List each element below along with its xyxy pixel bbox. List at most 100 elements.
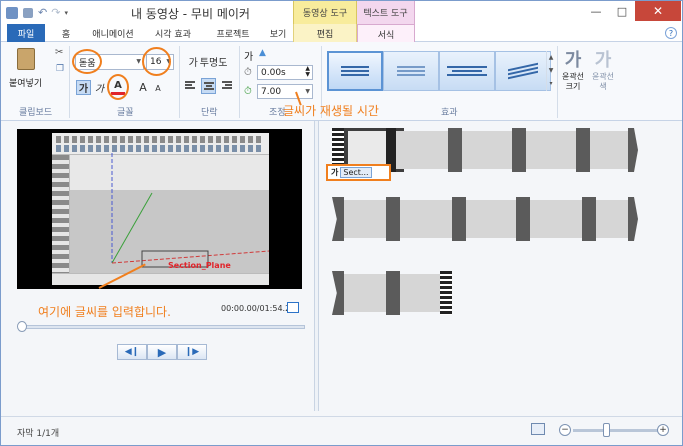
effect-stretch-thumbnail[interactable] [439,51,495,91]
effect-zoom-thumbnail[interactable] [495,51,551,91]
next-frame-icon: ❙▶ [184,347,200,357]
align-right-button[interactable] [220,80,232,92]
group-separator [557,46,558,118]
caption-item[interactable]: 가 Sect... [326,164,391,181]
spinner-icon[interactable]: ▲ ▼ [305,66,310,78]
thumbnail-size-icon[interactable] [531,423,545,435]
tab-format[interactable]: 서식 [357,24,415,43]
undo-icon[interactable]: ↶ [38,6,47,19]
zoom-slider[interactable] [573,429,658,432]
close-button[interactable]: ✕ [635,1,681,21]
font-family-value: 돋움 [79,58,96,69]
clip-frame [590,131,628,169]
transparency-button[interactable]: 가 투명도 [185,54,231,69]
effects-gallery-scroll[interactable]: ▲ ▼ ▾ [546,51,555,91]
frame-statusbar [52,273,269,285]
zoom-in-button[interactable]: + [657,424,669,436]
font-size-select[interactable]: 16 ▼ [146,54,174,70]
clip-frame [628,197,638,241]
chevron-down-icon: ▼ [305,88,310,95]
film-end-marker [440,271,452,315]
qa-customize-icon[interactable]: ▾ [64,9,68,17]
clip-frame [400,200,452,238]
group-separator [179,46,180,118]
font-family-select[interactable]: 돋움 ▼ [75,54,144,70]
paste-button[interactable]: 붙여넣기 [9,46,47,90]
group-label-effects: 효과 [441,108,458,118]
chevron-down-icon: ▼ [136,58,141,65]
minimize-button[interactable]: — [583,1,609,21]
clip-frame [576,128,590,172]
text-duration-input[interactable]: 7.00 ▼ [257,84,313,99]
outline-size-button[interactable]: 가 윤곽선 크기 [559,46,587,102]
tab-visual-effects[interactable]: 시각 효과 [147,24,199,42]
context-video-tools: 동영상 도구 [293,1,357,24]
zoom-thumb[interactable] [603,423,610,437]
clipboard-icon [17,48,35,70]
clip-frame [448,128,462,172]
preview-caption: Section_Plane [168,261,231,270]
fullscreen-icon[interactable] [287,302,299,313]
caption-item-label: Sect... [340,167,372,178]
effect-fade-thumbnail[interactable] [383,51,439,91]
tab-animation[interactable]: 애니메이션 [83,24,143,42]
seek-bar[interactable] [21,325,305,329]
start-time-icon: ⏱ [244,67,252,78]
clip-strip-3[interactable] [332,271,456,315]
frame-axes [111,153,269,268]
copy-icon[interactable]: ❐ [56,64,64,74]
font-color-button[interactable]: A [111,78,125,95]
tab-project[interactable]: 프로젝트 [205,24,261,42]
clip-frame [466,200,516,238]
background-color-icon[interactable]: 가 [244,48,253,63]
previous-frame-button[interactable]: ◀❙ [117,344,147,360]
video-preview[interactable]: Section_Plane [17,129,302,289]
clip-frame [452,197,466,241]
playback-time: 00:00.00/01:54.23 [221,304,296,313]
help-icon[interactable]: ? [665,27,677,39]
zoom-out-button[interactable]: − [559,424,571,436]
next-frame-button[interactable]: ❙▶ [177,344,207,360]
start-time-input[interactable]: 0.00s ▲ ▼ [257,65,313,80]
group-separator [69,46,70,118]
annotation-type-here: 여기에 글씨를 입력합니다. [38,305,171,319]
clip-frame [344,200,386,238]
clip-frame [628,128,638,172]
outline-color-icon: 가 [594,50,612,71]
outline-color-label: 윤곽선 색 [591,72,615,91]
outline-size-label: 윤곽선 크기 [561,72,585,91]
italic-button[interactable]: 가 [93,80,106,95]
bold-button[interactable]: 가 [76,80,91,95]
tab-view[interactable]: 보기 [263,24,293,42]
save-icon[interactable] [23,7,33,18]
tab-edit[interactable]: 편집 [293,24,357,42]
start-time-value: 0.00s [261,67,286,78]
clip-strip-2[interactable] [332,197,642,241]
effect-none-thumbnail[interactable] [327,51,383,91]
redo-icon[interactable]: ↷ [51,6,60,19]
shrink-font-button[interactable]: A [153,82,163,95]
outline-color-button[interactable]: 가 윤곽선 색 [589,46,617,102]
seek-thumb[interactable] [17,321,27,332]
play-button[interactable]: ▶ [147,344,177,360]
preview-frame: Section_Plane [52,133,269,285]
paint-bucket-icon[interactable]: ▲ [259,48,266,58]
caption-count: 자막 1/1개 [17,429,60,439]
align-left-button[interactable] [185,80,197,92]
cut-icon[interactable]: ✂ [55,47,63,58]
grow-font-button[interactable]: A [137,80,149,95]
tab-file[interactable]: 파일 [7,24,45,42]
clip-frame [332,271,344,315]
pane-divider[interactable] [314,121,319,411]
font-size-value: 16 [150,57,162,67]
window-title: 내 동영상 - 무비 메이커 [131,7,250,21]
quick-access-toolbar: ↶ ↷ ▾ [1,1,68,24]
maximize-button[interactable]: □ [609,1,635,21]
clip-frame [462,131,512,169]
align-center-button[interactable] [201,78,216,94]
text-duration-value: 7.00 [261,86,282,97]
group-label-paragraph: 단락 [201,108,218,118]
clip-frame [332,197,344,241]
tab-home[interactable]: 홈 [53,24,79,42]
clip-frame [516,197,530,241]
